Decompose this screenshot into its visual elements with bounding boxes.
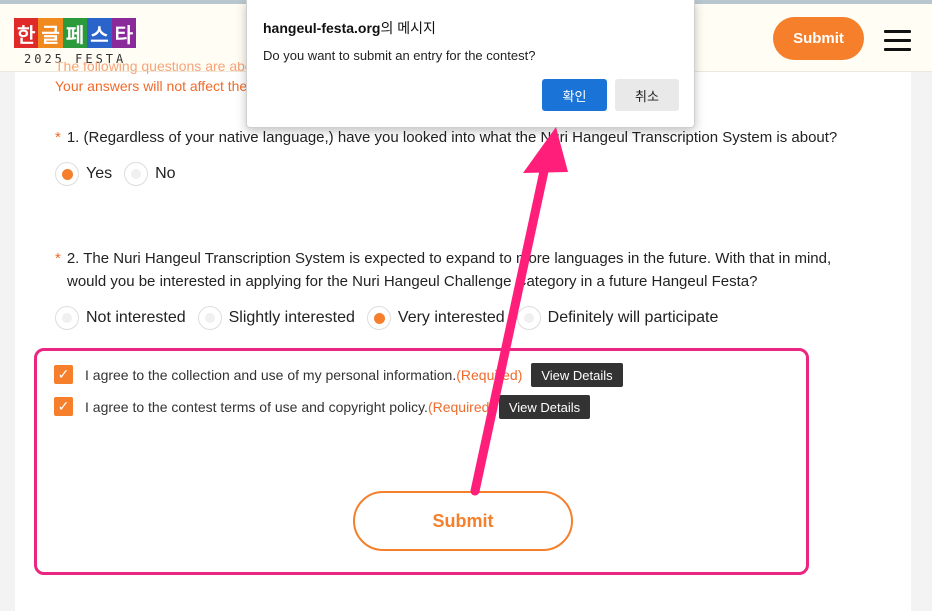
logo-tile: 글	[38, 18, 63, 48]
view-details-button[interactable]: View Details	[499, 395, 590, 419]
logo-tile: 한	[14, 18, 39, 48]
hamburger-menu-icon[interactable]	[884, 30, 911, 52]
option-label: Definitely will participate	[547, 309, 719, 326]
question-2-options: Not interested Slightly interested Very …	[55, 306, 730, 330]
option-label: Yes	[86, 165, 113, 182]
option-label: No	[155, 165, 176, 182]
view-details-button[interactable]: View Details	[531, 363, 623, 387]
option-not-interested[interactable]: Not interested	[55, 306, 186, 330]
question-1: * 1. (Regardless of your native language,…	[55, 126, 837, 149]
logo-tile: 타	[111, 18, 137, 48]
required-star: *	[55, 129, 61, 146]
option-no[interactable]: No	[124, 162, 176, 186]
option-very-interested[interactable]: Very interested	[366, 306, 505, 330]
dialog-title: hangeul-festa.org의 메시지	[263, 18, 436, 38]
option-definitely-participate[interactable]: Definitely will participate	[516, 306, 719, 330]
submit-button[interactable]: Submit	[353, 491, 573, 551]
consent-text: I agree to the collection and use of my …	[85, 366, 457, 383]
logo-tiles: 한 글 페 스 타	[14, 18, 137, 48]
question-2-text-line-2: would you be interested in applying for …	[67, 273, 758, 290]
consent-personal-info[interactable]: ✓ I agree to the collection and use of m…	[54, 365, 522, 384]
dialog-ok-button[interactable]: 확인	[542, 79, 607, 111]
option-yes[interactable]: Yes	[55, 162, 112, 186]
checkbox-checked-icon[interactable]: ✓	[54, 397, 73, 416]
question-1-options: Yes No	[55, 162, 188, 186]
header-submit-button[interactable]: Submit	[773, 17, 864, 60]
required-label: (Required)	[456, 366, 523, 383]
consent-terms[interactable]: ✓ I agree to the contest terms of use an…	[54, 397, 494, 416]
festa-logo[interactable]: 한 글 페 스 타 2025 FESTA	[14, 18, 137, 68]
radio-selected-icon[interactable]	[366, 306, 391, 330]
option-slightly-interested[interactable]: Slightly interested	[197, 306, 355, 330]
logo-tile: 스	[87, 18, 112, 48]
question-2-text-line-1: 2. The Nuri Hangeul Transcription System…	[66, 250, 832, 267]
question-2: * 2. The Nuri Hangeul Transcription Syste…	[55, 247, 855, 293]
option-label: Slightly interested	[228, 309, 355, 326]
radio-unselected-icon[interactable]	[197, 306, 222, 330]
question-1-text: 1. (Regardless of your native language,)…	[66, 129, 838, 146]
dialog-site: hangeul-festa.org	[263, 20, 381, 36]
checkbox-checked-icon[interactable]: ✓	[54, 365, 73, 384]
dialog-message: Do you want to submit an entry for the c…	[263, 48, 536, 63]
option-label: Very interested	[397, 309, 505, 326]
consent-text: I agree to the contest terms of use and …	[85, 398, 428, 415]
notice-line-2: Your answers will not affect the	[55, 78, 248, 94]
logo-tile: 페	[62, 18, 88, 48]
option-label: Not interested	[86, 309, 186, 326]
radio-unselected-icon[interactable]	[516, 306, 541, 330]
required-label: (Required)	[427, 398, 495, 415]
dialog-title-suffix: 의 메시지	[380, 20, 436, 36]
radio-unselected-icon[interactable]	[55, 306, 79, 330]
radio-unselected-icon[interactable]	[124, 162, 149, 186]
radio-selected-icon[interactable]	[55, 162, 79, 186]
dialog-cancel-button[interactable]: 취소	[615, 79, 679, 111]
required-star: *	[55, 250, 61, 267]
confirm-dialog: hangeul-festa.org의 메시지 Do you want to su…	[246, 0, 695, 128]
